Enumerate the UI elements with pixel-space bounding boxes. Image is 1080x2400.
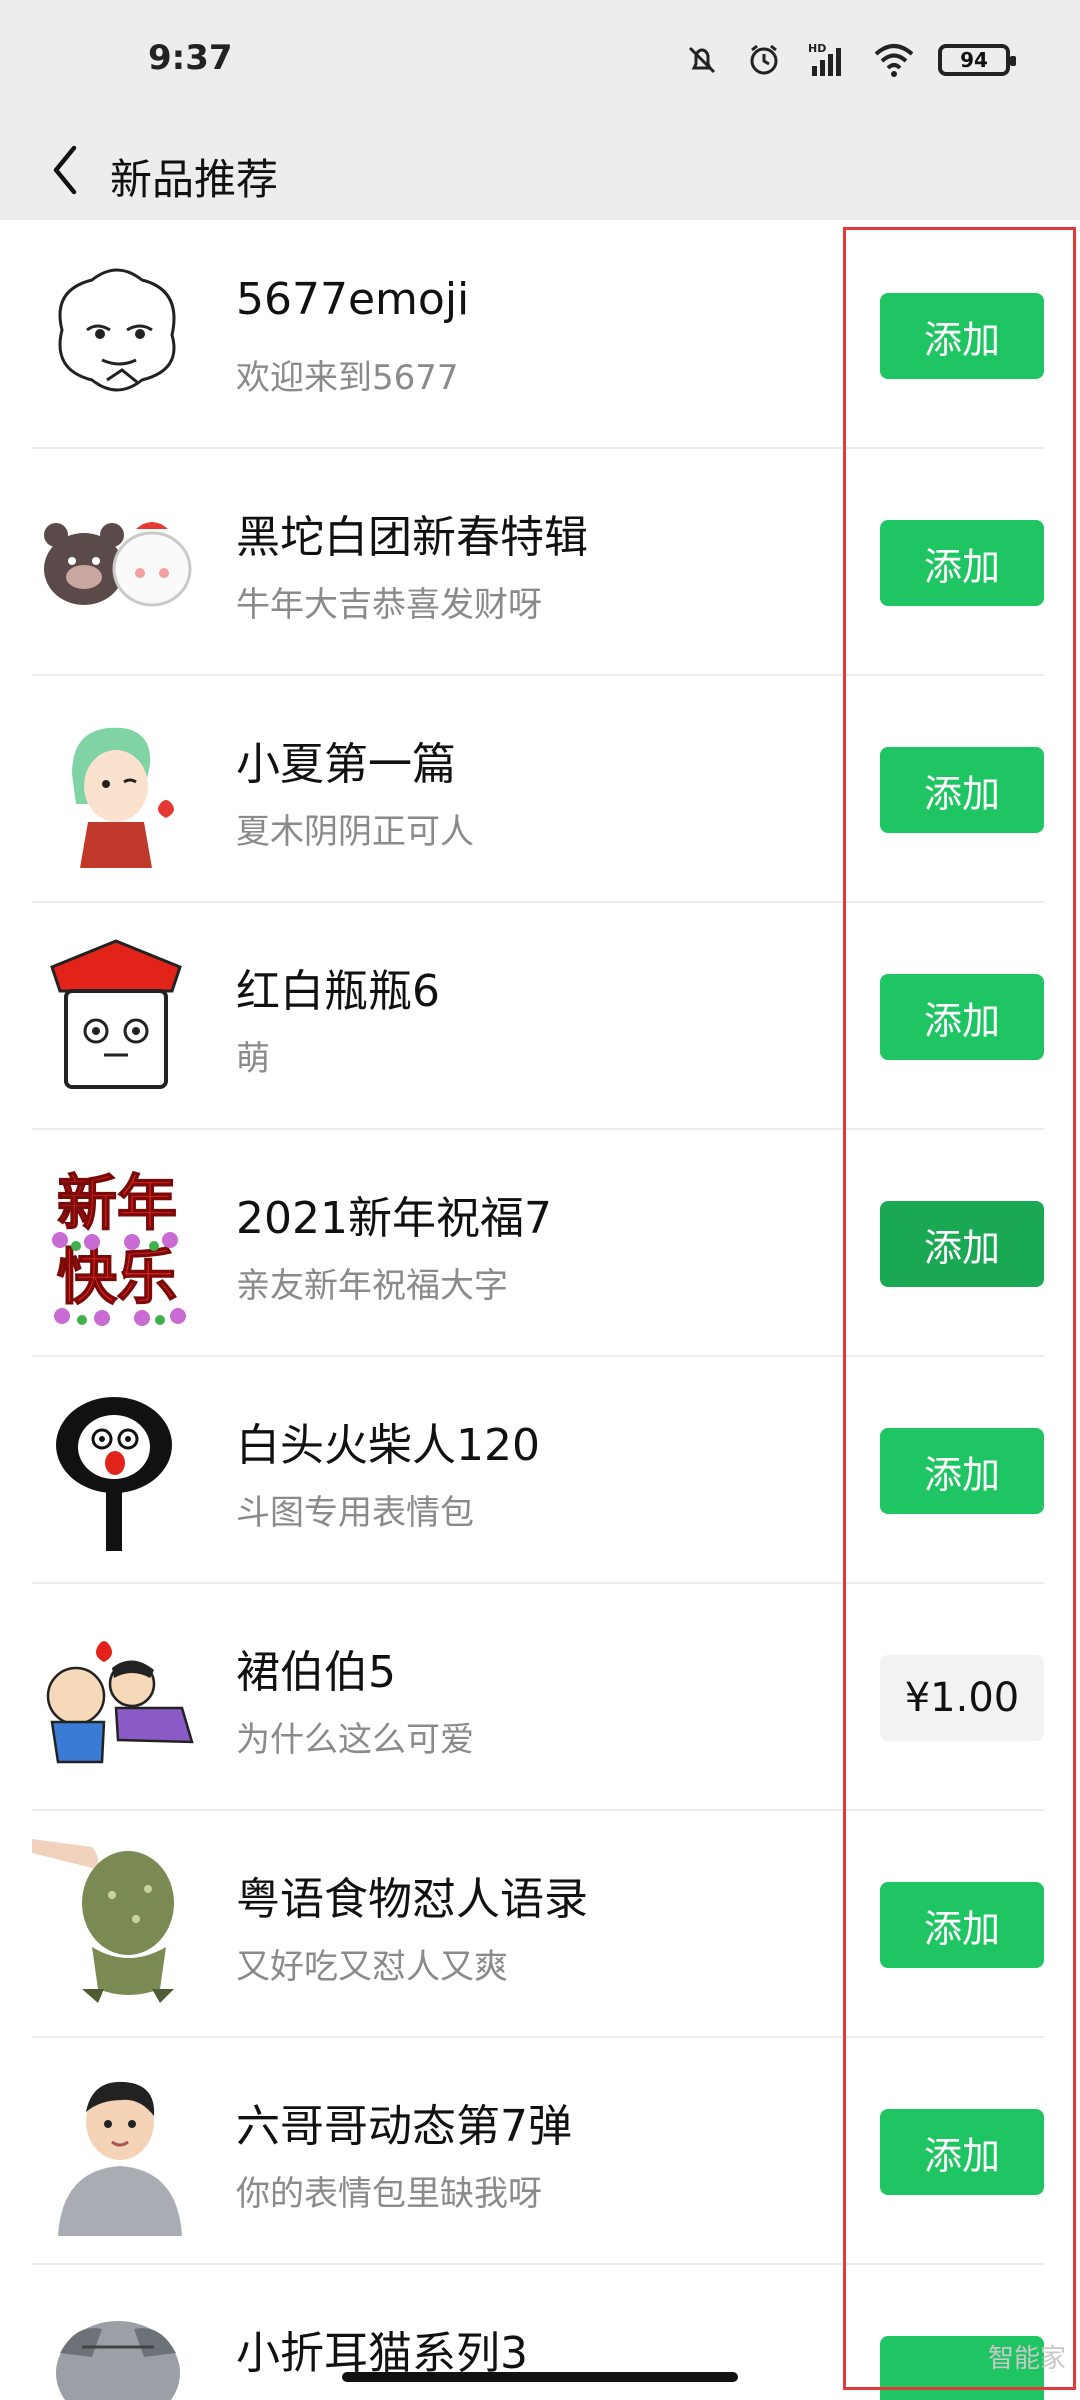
item-title: 六哥哥动态第7弹 (236, 2101, 572, 2152)
battery-icon: 94 (938, 44, 1016, 76)
add-button[interactable]: 添加 (880, 974, 1044, 1060)
sticker-list: 5677emoji 欢迎来到5677 添加 黑坨白团新春特辑 牛年大吉恭喜发财呀… (0, 222, 1080, 2400)
sticker-thumbnail (32, 1612, 202, 1782)
sticker-thumbnail (32, 931, 202, 1101)
item-subtitle: 亲友新年祝福大字 (236, 1266, 508, 1306)
add-button[interactable]: 添加 (880, 520, 1044, 606)
sticker-thumbnail (32, 1839, 202, 2009)
status-bar: 9:37 HD 94 (0, 0, 1080, 120)
item-title: 红白瓶瓶6 (236, 966, 440, 1017)
svg-text:HD: HD (808, 42, 826, 55)
item-subtitle: 欢迎来到5677 (236, 358, 459, 398)
price-button[interactable]: ¥1.00 (880, 1655, 1044, 1741)
sticker-thumbnail (32, 477, 202, 647)
item-title: 裙伯伯5 (236, 1647, 396, 1698)
watermark: 智能家 (987, 2344, 1066, 2374)
item-title: 黑坨白团新春特辑 (236, 512, 588, 563)
chevron-left-icon (53, 145, 77, 195)
item-title: 粤语食物怼人语录 (236, 1874, 588, 1925)
mute-icon (682, 40, 722, 80)
list-item[interactable]: 新年 快乐 2021新年祝福7 亲友新年祝福大字 添加 (0, 1130, 1080, 1357)
page-title: 新品推荐 (110, 155, 279, 204)
item-title: 白头火柴人120 (236, 1420, 540, 1471)
thumb-text-line2: 快乐 (57, 1243, 177, 1313)
add-button[interactable]: 添加 (880, 293, 1044, 379)
add-button[interactable]: 添加 (880, 1428, 1044, 1514)
item-subtitle: 你的表情包里缺我呀 (236, 2174, 542, 2214)
add-button[interactable]: 添加 (880, 1201, 1044, 1287)
sticker-thumbnail (32, 1385, 202, 1555)
list-item[interactable]: 红白瓶瓶6 萌 添加 (0, 903, 1080, 1130)
add-button[interactable]: 添加 (880, 2109, 1044, 2195)
wifi-icon (872, 40, 916, 80)
item-title: 小夏第一篇 (236, 739, 456, 790)
list-item[interactable]: 5677emoji 欢迎来到5677 添加 (0, 222, 1080, 449)
item-subtitle: 牛年大吉恭喜发财呀 (236, 585, 542, 625)
nav-bar: 新品推荐 (0, 120, 1080, 220)
sticker-thumbnail: 新年 快乐 (32, 1158, 202, 1328)
item-subtitle: 萌 (236, 1039, 270, 1079)
sticker-thumbnail (32, 250, 202, 420)
add-button[interactable]: 添加 (880, 747, 1044, 833)
item-subtitle: 斗图专用表情包 (236, 1493, 474, 1533)
status-icons: HD 94 (682, 36, 1016, 84)
sticker-thumbnail (32, 704, 202, 874)
item-subtitle: 又好吃又怼人又爽 (236, 1947, 508, 1987)
item-title: 5677emoji (236, 274, 470, 325)
list-item[interactable]: 六哥哥动态第7弹 你的表情包里缺我呀 添加 (0, 2038, 1080, 2265)
list-item[interactable]: 小夏第一篇 夏木阴阴正可人 添加 (0, 676, 1080, 903)
battery-level: 94 (960, 48, 988, 72)
item-subtitle: 为什么这么可爱 (236, 1720, 474, 1760)
hd-signal-icon: HD (806, 40, 850, 80)
sticker-thumbnail (32, 2066, 202, 2236)
list-item[interactable]: 黑坨白团新春特辑 牛年大吉恭喜发财呀 添加 (0, 449, 1080, 676)
thumb-text-line1: 新年 (57, 1169, 177, 1239)
item-subtitle: 夏木阴阴正可人 (236, 812, 474, 852)
add-button[interactable]: 添加 (880, 1882, 1044, 1968)
status-time: 9:37 (148, 38, 233, 78)
item-title: 2021新年祝福7 (236, 1193, 552, 1244)
alarm-icon (744, 40, 784, 80)
list-item[interactable]: 裙伯伯5 为什么这么可爱 ¥1.00 (0, 1584, 1080, 1811)
home-indicator[interactable] (342, 2372, 738, 2382)
list-item[interactable]: 白头火柴人120 斗图专用表情包 添加 (0, 1357, 1080, 1584)
list-item[interactable]: 粤语食物怼人语录 又好吃又怼人又爽 添加 (0, 1811, 1080, 2038)
back-button[interactable] (30, 132, 100, 208)
sticker-thumbnail (32, 2293, 202, 2400)
